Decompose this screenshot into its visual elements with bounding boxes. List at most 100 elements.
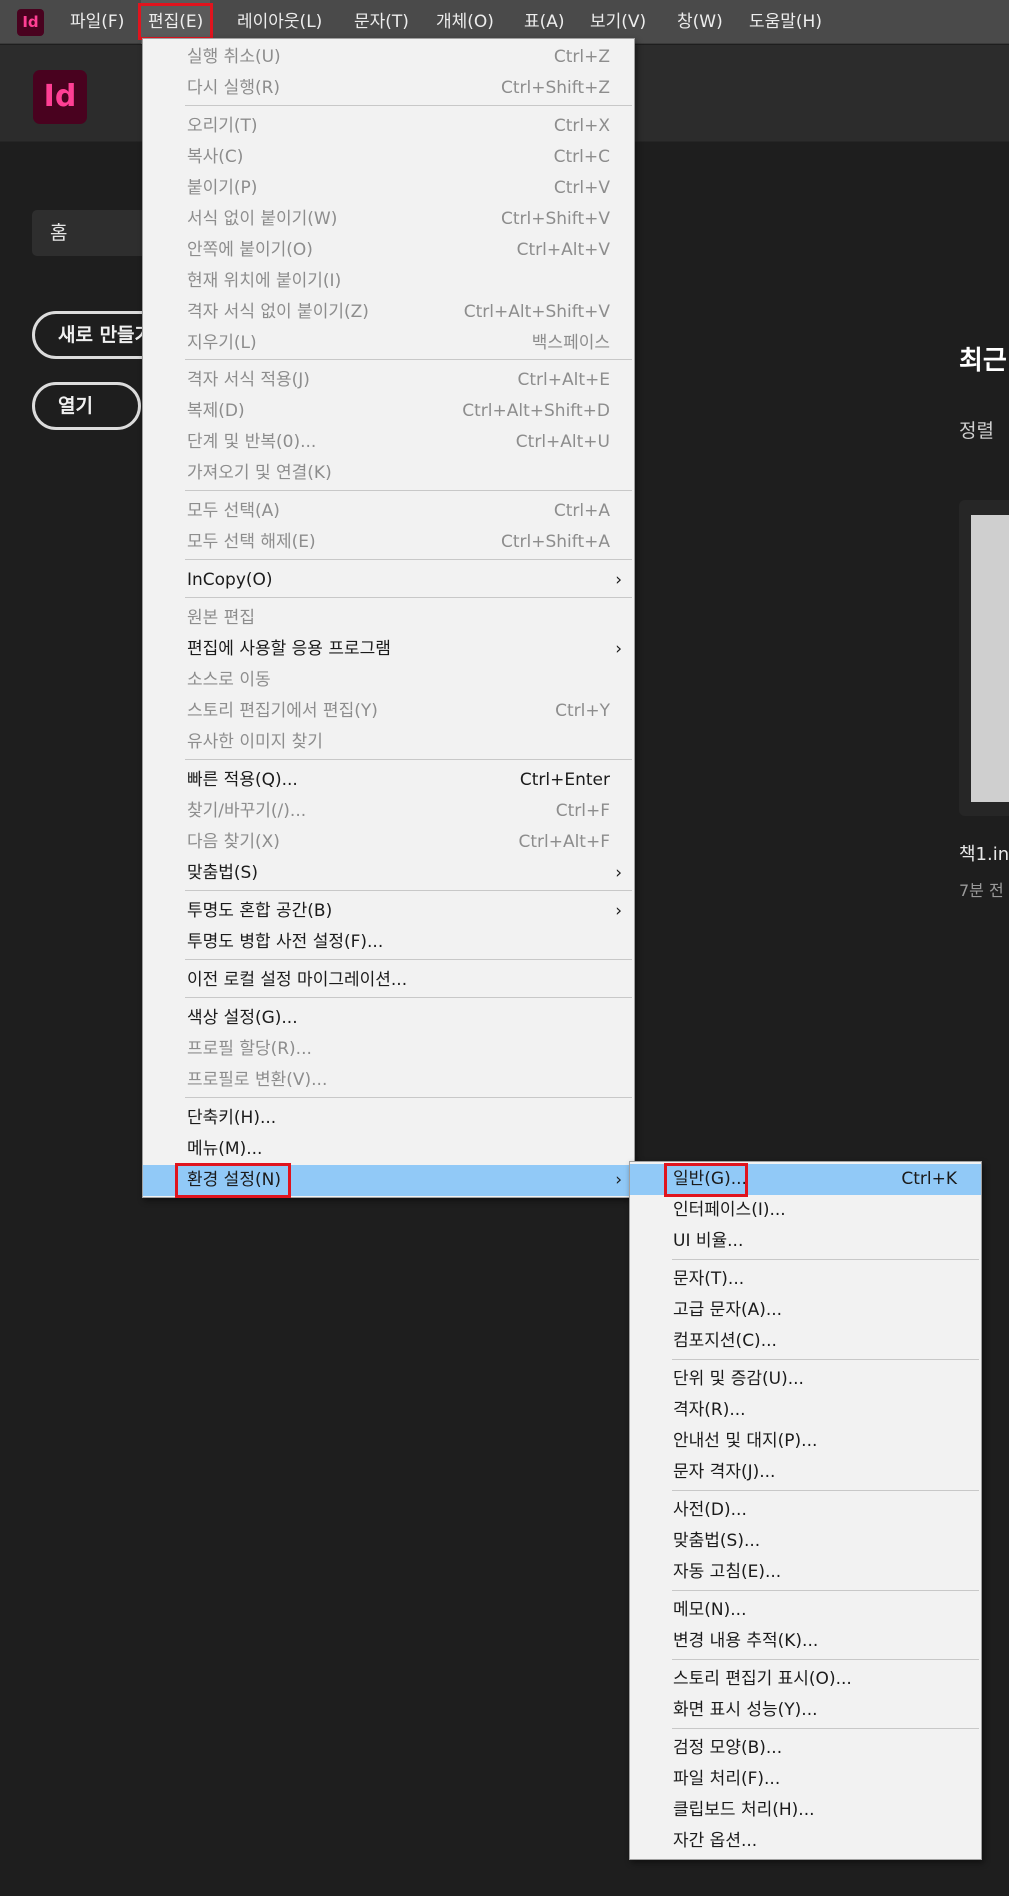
preferences-menu-item[interactable]: 자동 고침(E)... — [630, 1557, 981, 1588]
preferences-menu-item[interactable]: 격자(R)... — [630, 1395, 981, 1426]
edit-menu-item[interactable]: 다시 실행(R) Ctrl+Shift+Z — [143, 73, 634, 104]
edit-menu-item[interactable]: 색상 설정(G)... — [143, 1003, 634, 1034]
preferences-menu-item[interactable]: 일반(G)... Ctrl+K — [630, 1164, 981, 1195]
edit-menu-item[interactable]: 찾기/바꾸기(/)... Ctrl+F — [143, 796, 634, 827]
edit-menu-item[interactable]: 실행 취소(U) Ctrl+Z — [143, 42, 634, 73]
edit-menu-item-label: 메뉴(M)... — [187, 1139, 263, 1159]
preferences-menu-item[interactable]: 문자 격자(J)... — [630, 1457, 981, 1488]
preferences-menu-item[interactable]: UI 비율... — [630, 1226, 981, 1257]
submenu-arrow-icon: › — [615, 639, 622, 659]
preferences-menu-item[interactable]: 문자(T)... — [630, 1264, 981, 1295]
edit-menu-item-label: 프로필 할당(R)... — [187, 1039, 312, 1059]
edit-menu-item-shortcut: Ctrl+Alt+Shift+D — [462, 401, 610, 421]
edit-menu-item[interactable]: 유사한 이미지 찾기 — [143, 727, 634, 758]
edit-menu-item[interactable]: 빠른 적용(Q)... Ctrl+Enter — [143, 765, 634, 796]
preferences-menu-item-label: 단위 및 증감(U)... — [673, 1369, 804, 1389]
submenu-arrow-icon: › — [615, 863, 622, 883]
edit-menu-item-label: 프로필로 변환(V)... — [187, 1070, 328, 1090]
preferences-menu-item[interactable]: 변경 내용 추적(K)... — [630, 1626, 981, 1657]
preferences-menu-item[interactable]: 화면 표시 성능(Y)... — [630, 1695, 981, 1726]
preferences-menu-item[interactable]: 메모(N)... — [630, 1595, 981, 1626]
edit-menu-item[interactable]: 다음 찾기(X) Ctrl+Alt+F — [143, 827, 634, 858]
edit-menu-item[interactable]: 안쪽에 붙이기(O) Ctrl+Alt+V — [143, 235, 634, 266]
edit-menu-item[interactable]: InCopy(O) › — [143, 565, 634, 596]
edit-menu-item[interactable]: 환경 설정(N) › — [143, 1165, 634, 1196]
edit-menu-item-label: 단계 및 반복(0)... — [187, 432, 317, 452]
edit-menu-item[interactable]: 단축키(H)... — [143, 1103, 634, 1134]
preferences-menu-item[interactable]: 컴포지션(C)... — [630, 1326, 981, 1357]
edit-menu-item-label: 찾기/바꾸기(/)... — [187, 801, 307, 821]
preferences-menu-item-label: 자간 옵션... — [673, 1831, 758, 1851]
edit-menu-item[interactable]: 오리기(T) Ctrl+X — [143, 111, 634, 142]
edit-menu-item[interactable]: 맞춤법(S) › — [143, 858, 634, 889]
edit-menu-item[interactable]: 서식 없이 붙이기(W) Ctrl+Shift+V — [143, 204, 634, 235]
recent-file-time: 7분 전 — [959, 881, 1004, 900]
edit-menu-item[interactable]: 모두 선택 해제(E) Ctrl+Shift+A — [143, 527, 634, 558]
edit-menu-item[interactable]: 지우기(L) 백스페이스 — [143, 328, 634, 359]
edit-menu-item[interactable]: 투명도 혼합 공간(B) › — [143, 896, 634, 927]
edit-menu-item-shortcut: Ctrl+V — [553, 178, 610, 198]
edit-menu-item-shortcut: Ctrl+Alt+U — [515, 432, 610, 452]
edit-menu-item-label: 모두 선택 해제(E) — [187, 532, 316, 552]
edit-menu-item[interactable]: 원본 편집 — [143, 603, 634, 634]
edit-menu-item-shortcut: Ctrl+Alt+V — [516, 240, 610, 260]
menu-file[interactable]: 파일(F) — [70, 0, 124, 44]
edit-menu-item-label: 지우기(L) — [187, 333, 257, 353]
preferences-menu-item[interactable]: 인터페이스(I)... — [630, 1195, 981, 1226]
edit-menu-item-shortcut: 백스페이스 — [531, 333, 610, 353]
edit-menu-item-shortcut: Ctrl+Alt+F — [518, 832, 610, 852]
recent-file-thumbnail[interactable] — [971, 515, 1009, 802]
edit-menu-item-label: 복제(D) — [187, 401, 245, 421]
indesign-app-icon[interactable]: Id — [17, 9, 44, 36]
edit-menu-item[interactable]: 프로필 할당(R)... — [143, 1034, 634, 1065]
edit-menu-item[interactable]: 이전 로컬 설정 마이그레이션... — [143, 965, 634, 996]
preferences-menu-item[interactable]: 검정 모양(B)... — [630, 1733, 981, 1764]
preferences-menu-item[interactable]: 맞춤법(S)... — [630, 1526, 981, 1557]
preferences-menu-item-label: 고급 문자(A)... — [673, 1300, 783, 1320]
edit-menu-item-label: 유사한 이미지 찾기 — [187, 732, 323, 752]
preferences-menu-item-label: 격자(R)... — [673, 1400, 746, 1420]
edit-menu-item-label: 단축키(H)... — [187, 1108, 277, 1128]
preferences-menu-item-label: 변경 내용 추적(K)... — [673, 1631, 819, 1651]
menu-window[interactable]: 창(W) — [677, 0, 723, 44]
edit-menu-item[interactable]: 모두 선택(A) Ctrl+A — [143, 496, 634, 527]
edit-menu-item[interactable]: 메뉴(M)... — [143, 1134, 634, 1165]
edit-menu-item[interactable]: 현재 위치에 붙이기(I) — [143, 266, 634, 297]
preferences-menu-item-label: 문자 격자(J)... — [673, 1462, 776, 1482]
sort-label[interactable]: 정렬 — [959, 416, 994, 443]
edit-menu-item[interactable]: 붙이기(P) Ctrl+V — [143, 173, 634, 204]
edit-menu-item[interactable]: 복사(C) Ctrl+C — [143, 142, 634, 173]
edit-menu-item-shortcut: Ctrl+X — [553, 116, 610, 136]
edit-menu-item-shortcut: Ctrl+Enter — [519, 770, 610, 790]
edit-menu-item[interactable]: 프로필로 변환(V)... — [143, 1065, 634, 1096]
menu-separator — [185, 997, 632, 998]
preferences-menu-item-label: 맞춤법(S)... — [673, 1531, 761, 1551]
indesign-logo: Id — [33, 70, 87, 124]
preferences-menu-item[interactable]: 단위 및 증감(U)... — [630, 1364, 981, 1395]
preferences-menu-item[interactable]: 파일 처리(F)... — [630, 1764, 981, 1795]
preferences-menu-item[interactable]: 자간 옵션... — [630, 1826, 981, 1857]
preferences-menu-item[interactable]: 스토리 편집기 표시(O)... — [630, 1664, 981, 1695]
preferences-menu-item-label: 파일 처리(F)... — [673, 1769, 781, 1789]
edit-menu-item[interactable]: 가져오기 및 연결(K) — [143, 458, 634, 489]
open-button[interactable]: 열기 — [32, 382, 141, 430]
edit-menu-item[interactable]: 단계 및 반복(0)... Ctrl+Alt+U — [143, 427, 634, 458]
edit-menu-item[interactable]: 스토리 편집기에서 편집(Y) Ctrl+Y — [143, 696, 634, 727]
preferences-menu-item[interactable]: 사전(D)... — [630, 1495, 981, 1526]
preferences-menu-item[interactable]: 클립보드 처리(H)... — [630, 1795, 981, 1826]
menu-help[interactable]: 도움말(H) — [749, 0, 822, 44]
submenu-arrow-icon: › — [615, 901, 622, 921]
menu-separator — [672, 1259, 979, 1260]
menu-separator — [185, 105, 632, 106]
edit-menu-item[interactable]: 소스로 이동 — [143, 665, 634, 696]
edit-menu-item[interactable]: 격자 서식 없이 붙이기(Z) Ctrl+Alt+Shift+V — [143, 297, 634, 328]
edit-menu-item[interactable]: 격자 서식 적용(J) Ctrl+Alt+E — [143, 365, 634, 396]
menu-separator — [672, 1590, 979, 1591]
recent-file-name[interactable]: 책1.indd — [959, 840, 1009, 866]
edit-menu-item[interactable]: 복제(D) Ctrl+Alt+Shift+D — [143, 396, 634, 427]
edit-menu-item[interactable]: 투명도 병합 사전 설정(F)... — [143, 927, 634, 958]
preferences-menu-item[interactable]: 안내선 및 대지(P)... — [630, 1426, 981, 1457]
menu-separator — [185, 1097, 632, 1098]
preferences-menu-item[interactable]: 고급 문자(A)... — [630, 1295, 981, 1326]
edit-menu-item[interactable]: 편집에 사용할 응용 프로그램 › — [143, 634, 634, 665]
